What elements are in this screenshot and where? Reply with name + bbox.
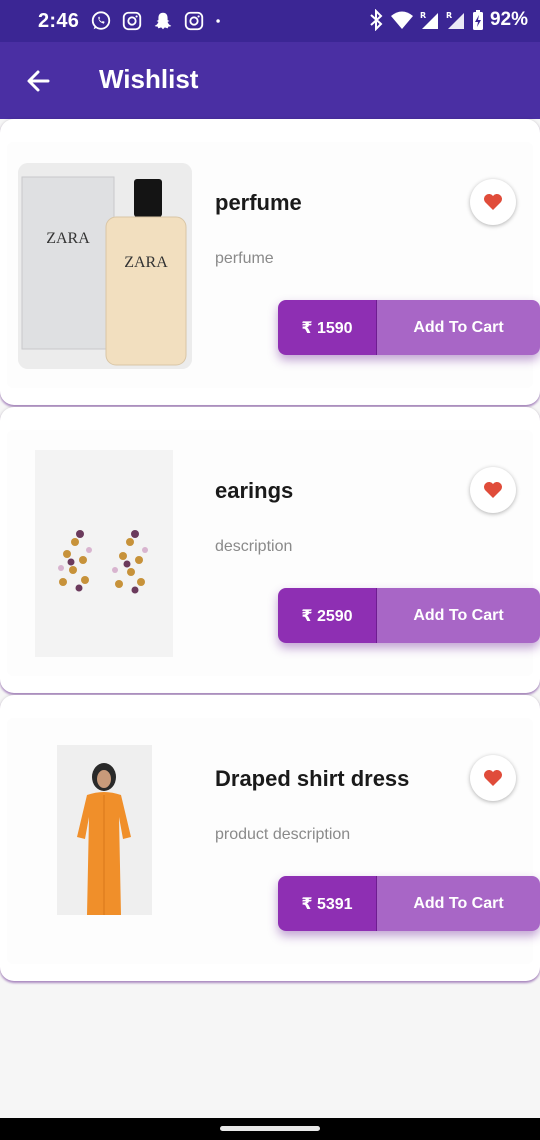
page-title: Wishlist (99, 64, 199, 94)
svg-text:ZARA: ZARA (46, 230, 90, 247)
snapchat-icon (154, 12, 172, 30)
wishlist-card: earings description ₹ 2590 Add To Cart (0, 407, 540, 693)
favorite-button[interactable] (470, 755, 516, 801)
dress-image (57, 745, 152, 915)
product-description: product description (215, 826, 351, 843)
add-to-cart-button[interactable]: ₹ 1590 Add To Cart (278, 300, 540, 355)
heart-icon (484, 770, 502, 786)
dot-icon (216, 19, 220, 23)
bluetooth-icon (370, 9, 383, 31)
whatsapp-icon (91, 11, 111, 30)
wifi-icon (390, 11, 413, 29)
home-gesture-handle[interactable] (220, 1126, 320, 1131)
product-name: perfume (215, 190, 302, 215)
price-label: ₹ 5391 (278, 876, 377, 931)
battery-charging-icon (472, 10, 483, 30)
product-name: Draped shirt dress (215, 766, 410, 791)
status-bar: 2:46 R R 92% (0, 0, 540, 42)
heart-icon (484, 482, 502, 498)
system-icons: R R 92% (368, 9, 528, 31)
back-arrow-icon[interactable] (22, 64, 56, 98)
add-to-cart-button[interactable]: ₹ 2590 Add To Cart (278, 588, 540, 643)
price-label: ₹ 1590 (278, 300, 377, 355)
battery-percentage: 92% (489, 9, 528, 30)
wishlist-card: ZARA ZARA perfume perfume ₹ 1590 Add To … (0, 119, 540, 405)
earrings-image (35, 450, 173, 657)
add-to-cart-label: Add To Cart (377, 300, 540, 355)
card-body: Draped shirt dress product description ₹… (7, 718, 540, 964)
add-to-cart-button[interactable]: ₹ 5391 Add To Cart (278, 876, 540, 931)
notification-icons (90, 10, 228, 32)
card-body: earings description ₹ 2590 Add To Cart (7, 430, 540, 676)
instagram-icon (184, 11, 204, 31)
wishlist-card: Draped shirt dress product description ₹… (0, 695, 540, 981)
favorite-button[interactable] (470, 179, 516, 225)
instagram-icon (122, 11, 142, 31)
heart-icon (484, 194, 502, 210)
perfume-image: ZARA ZARA (18, 163, 192, 369)
add-to-cart-label: Add To Cart (377, 876, 540, 931)
price-label: ₹ 2590 (278, 588, 377, 643)
product-description: perfume (215, 250, 274, 267)
svg-text:R: R (420, 11, 426, 20)
favorite-button[interactable] (470, 467, 516, 513)
svg-text:R: R (446, 11, 452, 20)
app-bar: Wishlist (0, 42, 540, 119)
card-body: ZARA ZARA perfume perfume ₹ 1590 Add To … (7, 142, 540, 388)
svg-text:ZARA: ZARA (124, 254, 168, 271)
system-navigation-bar (0, 1118, 540, 1140)
status-time: 2:46 (38, 10, 80, 32)
add-to-cart-label: Add To Cart (377, 588, 540, 643)
signal-r-icon: R (446, 11, 464, 29)
signal-r-icon: R (420, 11, 438, 29)
product-description: description (215, 538, 293, 555)
product-name: earings (215, 478, 294, 503)
